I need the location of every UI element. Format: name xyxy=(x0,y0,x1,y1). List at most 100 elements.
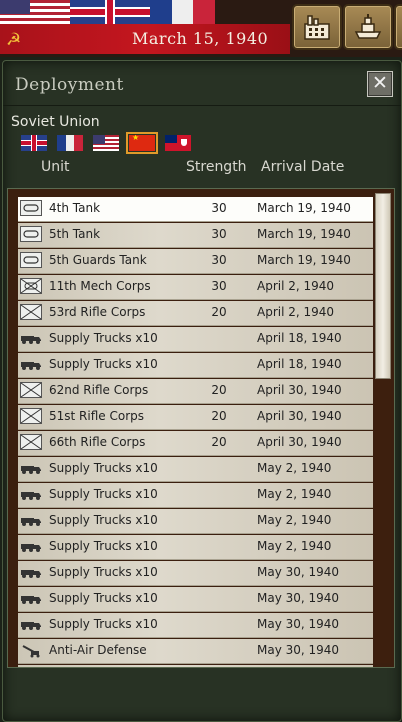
china-flag-icon[interactable] xyxy=(126,132,158,154)
usa-flag-icon[interactable] xyxy=(93,135,119,151)
battleship-icon xyxy=(354,14,382,39)
unit-arrival-date: April 30, 1940 xyxy=(257,409,342,423)
unit-row[interactable]: Supply Trucks x10 May 2, 1940 xyxy=(18,535,373,560)
unit-arrival-date: March 19, 1940 xyxy=(257,227,351,241)
close-button[interactable]: ✕ xyxy=(367,71,393,97)
unit-row[interactable]: Supply Trucks x10 April 18, 1940 xyxy=(18,353,373,378)
panel-header: Deployment ✕ xyxy=(3,61,401,106)
supply-truck-icon xyxy=(20,512,42,528)
infantry-icon xyxy=(20,382,42,398)
anti-air-icon xyxy=(20,642,42,658)
unit-strength: 20 xyxy=(211,409,227,423)
unit-list: 4th Tank 30 March 19, 1940 5th Tank 30 March … xyxy=(7,188,395,668)
unit-arrival-date: April 18, 1940 xyxy=(257,357,342,371)
unit-arrival-date: May 2, 1940 xyxy=(257,513,332,527)
unit-name: Anti-Air Defense xyxy=(49,643,147,657)
supply-truck-icon xyxy=(20,330,42,346)
unit-name: Supply Trucks x10 xyxy=(49,331,158,345)
unit-name: 51st Rifle Corps xyxy=(49,409,144,423)
unit-row[interactable]: Anti-Air Defense May 30, 1940 xyxy=(18,639,373,664)
unit-arrival-date: April 2, 1940 xyxy=(257,305,335,319)
unit-name: Supply Trucks x10 xyxy=(49,617,158,631)
allied-flags-strip xyxy=(0,0,216,24)
unit-row[interactable]: Voroshilov CA Sqd5June 5, 1940 xyxy=(18,665,373,667)
unit-row[interactable]: 66th Rifle Corps 20 April 30, 1940 xyxy=(18,431,373,456)
unit-strength: 20 xyxy=(211,305,227,319)
unit-name: 66th Rifle Corps xyxy=(49,435,146,449)
unit-arrival-date: March 19, 1940 xyxy=(257,201,351,215)
unit-row[interactable]: Supply Trucks x10 April 18, 1940 xyxy=(18,327,373,352)
unit-arrival-date: May 30, 1940 xyxy=(257,591,340,605)
panel-title: Deployment xyxy=(15,75,124,95)
supply-truck-icon xyxy=(20,538,42,554)
unit-row[interactable]: 4th Tank 30 March 19, 1940 xyxy=(18,197,373,222)
uk-flag-icon[interactable] xyxy=(21,135,47,151)
tank-icon xyxy=(20,252,42,268)
tank-icon xyxy=(20,200,42,216)
production-button[interactable] xyxy=(292,4,342,50)
unit-arrival-date: April 2, 1940 xyxy=(257,279,335,293)
unit-row[interactable]: 62nd Rifle Corps 20 April 30, 1940 xyxy=(18,379,373,404)
unit-row[interactable]: 5th Guards Tank 30 March 19, 1940 xyxy=(18,249,373,274)
factory-icon xyxy=(304,15,330,40)
uk-flag-icon xyxy=(70,0,150,24)
supply-truck-icon xyxy=(20,486,42,502)
unit-strength: 30 xyxy=(211,253,227,267)
unit-name: 62nd Rifle Corps xyxy=(49,383,149,397)
unit-row[interactable]: 11th Mech Corps 30 April 2, 1940 xyxy=(18,275,373,300)
unit-strength: 30 xyxy=(211,279,227,293)
unit-name: 4th Tank xyxy=(49,201,101,215)
unit-row[interactable]: Supply Trucks x10 May 2, 1940 xyxy=(18,457,373,482)
unit-arrival-date: April 30, 1940 xyxy=(257,383,342,397)
faction-filter-flags xyxy=(21,132,191,154)
unit-name: Supply Trucks x10 xyxy=(49,357,158,371)
unit-name: Supply Trucks x10 xyxy=(49,487,158,501)
unit-name: Supply Trucks x10 xyxy=(49,591,158,605)
france-flag-icon xyxy=(150,0,216,24)
unit-row[interactable]: Supply Trucks x10 May 30, 1940 xyxy=(18,587,373,612)
unit-name: Supply Trucks x10 xyxy=(49,513,158,527)
unit-row[interactable]: 53rd Rifle Corps 20 April 2, 1940 xyxy=(18,301,373,326)
unit-arrival-date: May 30, 1940 xyxy=(257,617,340,631)
unit-row[interactable]: 51st Rifle Corps 20 April 30, 1940 xyxy=(18,405,373,430)
faction-name: Soviet Union xyxy=(11,114,100,130)
unit-name: Supply Trucks x10 xyxy=(49,539,158,553)
unit-name: Supply Trucks x10 xyxy=(49,461,158,475)
unit-row[interactable]: Supply Trucks x10 May 30, 1940 xyxy=(18,561,373,586)
deployment-panel: Deployment ✕ Soviet Union Unit Strength … xyxy=(2,60,402,722)
infantry-icon xyxy=(20,304,42,320)
unit-strength: 30 xyxy=(211,227,227,241)
naval-button[interactable] xyxy=(343,4,393,50)
usa-flag-icon xyxy=(0,0,70,24)
unit-name: 5th Guards Tank xyxy=(49,253,147,267)
top-bar: ☭ March 15, 1940 xyxy=(0,0,402,57)
supply-truck-icon xyxy=(20,616,42,632)
column-header-unit: Unit xyxy=(41,159,70,175)
unit-row[interactable]: Supply Trucks x10 May 30, 1940 xyxy=(18,613,373,638)
unit-arrival-date: March 19, 1940 xyxy=(257,253,351,267)
bermuda-flag-icon[interactable] xyxy=(165,135,191,151)
unit-row[interactable]: Supply Trucks x10 May 2, 1940 xyxy=(18,509,373,534)
scrollbar-thumb[interactable] xyxy=(375,193,391,379)
column-header-arrival: Arrival Date xyxy=(261,159,345,175)
unit-strength: 20 xyxy=(211,435,227,449)
unit-rows: 4th Tank 30 March 19, 1940 5th Tank 30 March … xyxy=(18,197,373,667)
infantry-icon xyxy=(20,408,42,424)
unit-name: 53rd Rifle Corps xyxy=(49,305,146,319)
unit-strength: 20 xyxy=(211,383,227,397)
unit-row[interactable]: Supply Trucks x10 May 2, 1940 xyxy=(18,483,373,508)
more-button[interactable] xyxy=(394,4,402,50)
unit-arrival-date: May 2, 1940 xyxy=(257,487,332,501)
france-flag-icon[interactable] xyxy=(57,135,83,151)
panel-footer xyxy=(7,673,395,717)
column-header-strength: Strength xyxy=(186,159,247,175)
current-date: March 15, 1940 xyxy=(132,29,269,48)
supply-truck-icon xyxy=(20,356,42,372)
unit-arrival-date: May 2, 1940 xyxy=(257,461,332,475)
unit-row[interactable]: 5th Tank 30 March 19, 1940 xyxy=(18,223,373,248)
infantry-icon xyxy=(20,434,42,450)
supply-truck-icon xyxy=(20,460,42,476)
unit-strength: 30 xyxy=(211,201,227,215)
tank-icon xyxy=(20,226,42,242)
unit-name: 11th Mech Corps xyxy=(49,279,151,293)
